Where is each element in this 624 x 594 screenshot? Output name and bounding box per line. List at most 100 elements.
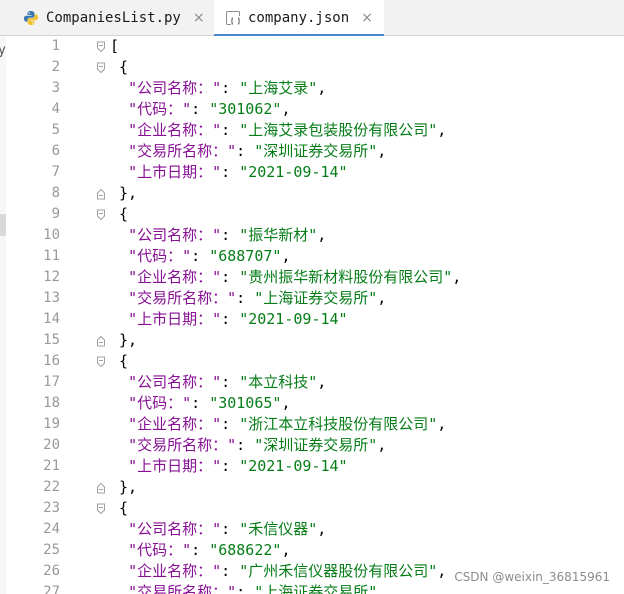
code-text: }, [110, 183, 137, 204]
code-line[interactable]: 10 "公司名称：": "振华新材", [6, 225, 624, 246]
fold-open-icon[interactable] [94, 207, 108, 223]
code-line[interactable]: 25 "代码：": "688622", [6, 540, 624, 561]
code-text: }, [110, 477, 137, 498]
code-line[interactable]: 11 "代码：": "688707", [6, 246, 624, 267]
json-punctuation [110, 100, 128, 118]
code-line[interactable]: 24 "公司名称：": "禾信仪器", [6, 519, 624, 540]
fold-open-icon[interactable] [94, 354, 108, 370]
code-text: "交易所名称：": "上海证券交易所", [110, 288, 386, 309]
editor-tab-bar: CompaniesList.py × company.json × [0, 0, 624, 37]
json-punctuation [110, 436, 128, 454]
json-punctuation [110, 415, 128, 433]
close-icon[interactable]: × [193, 10, 205, 26]
json-punctuation: , [281, 541, 291, 559]
json-punctuation: { [110, 499, 129, 517]
line-number: 11 [43, 248, 60, 264]
code-line[interactable]: 21 "上市日期：": "2021-09-14" [6, 456, 624, 477]
fold-close-icon[interactable] [94, 186, 108, 202]
json-key: "企业名称：" [128, 562, 222, 580]
tab-companieslist-py[interactable]: CompaniesList.py × [12, 0, 212, 36]
json-key: "公司名称：" [128, 226, 222, 244]
code-editor[interactable]: 1[2 {3 "公司名称：": "上海艾录", 4 "代码：": "301062"… [6, 36, 624, 594]
json-punctuation: : [236, 289, 255, 307]
json-punctuation: : [221, 226, 240, 244]
line-number: 24 [43, 521, 60, 537]
panel-text-fragment: y [0, 43, 6, 58]
close-icon[interactable]: × [361, 10, 373, 26]
code-line[interactable]: 16 { [6, 351, 624, 372]
code-text: "交易所名称：": "深圳证券交易所", [110, 141, 386, 162]
json-punctuation [110, 289, 128, 307]
code-text: "上市日期：": "2021-09-14" [110, 309, 348, 330]
code-line[interactable]: 18 "代码：": "301065", [6, 393, 624, 414]
line-number: 16 [43, 353, 60, 369]
code-text: "交易所名称：": "上海证券交易所", [110, 582, 386, 594]
json-punctuation: , [281, 247, 291, 265]
code-line[interactable]: 12 "企业名称：": "贵州振华新材料股份有限公司", [6, 267, 624, 288]
code-line[interactable]: 6 "交易所名称：": "深圳证券交易所", [6, 141, 624, 162]
line-number: 22 [43, 479, 60, 495]
code-line[interactable]: 13 "交易所名称：": "上海证券交易所", [6, 288, 624, 309]
json-punctuation: : [221, 163, 240, 181]
json-string: "深圳证券交易所" [254, 436, 378, 454]
line-number: 6 [51, 143, 60, 159]
json-punctuation [110, 79, 128, 97]
json-punctuation [110, 163, 128, 181]
code-line[interactable]: 17 "公司名称：": "本立科技", [6, 372, 624, 393]
code-line[interactable]: 1[ [6, 36, 624, 57]
tab-company-json[interactable]: company.json × [214, 0, 384, 37]
line-number: 2 [51, 59, 60, 75]
json-punctuation: , [452, 268, 462, 286]
json-punctuation [110, 457, 128, 475]
code-line[interactable]: 20 "交易所名称：": "深圳证券交易所", [6, 435, 624, 456]
json-key: "企业名称：" [128, 268, 222, 286]
code-line[interactable]: 14 "上市日期：": "2021-09-14" [6, 309, 624, 330]
json-punctuation [110, 268, 128, 286]
line-number: 7 [51, 164, 60, 180]
json-string: "688707" [209, 247, 282, 265]
fold-open-icon[interactable] [94, 39, 108, 55]
json-string: "广州禾信仪器股份有限公司" [239, 562, 438, 580]
code-text: "上市日期：": "2021-09-14" [110, 456, 348, 477]
code-line[interactable]: 19 "企业名称：": "浙江本立科技股份有限公司", [6, 414, 624, 435]
line-number: 13 [43, 290, 60, 306]
code-line[interactable]: 8 }, [6, 183, 624, 204]
json-punctuation: , [377, 583, 387, 594]
fold-open-icon[interactable] [94, 501, 108, 517]
code-line[interactable]: 23 { [6, 498, 624, 519]
json-punctuation: { [110, 205, 129, 223]
code-line[interactable]: 4 "代码：": "301062", [6, 99, 624, 120]
json-punctuation: , [281, 100, 291, 118]
code-line[interactable]: 2 { [6, 57, 624, 78]
code-text: { [110, 351, 128, 372]
json-punctuation: : [221, 457, 240, 475]
json-punctuation: { [110, 58, 129, 76]
code-text: "代码：": "301065", [110, 393, 290, 414]
code-line[interactable]: 15 }, [6, 330, 624, 351]
fold-close-icon[interactable] [94, 333, 108, 349]
json-string: "2021-09-14" [239, 310, 348, 328]
code-line[interactable]: 22 }, [6, 477, 624, 498]
code-text: "代码：": "688707", [110, 246, 290, 267]
json-file-icon [224, 9, 242, 27]
fold-close-icon[interactable] [94, 480, 108, 496]
json-string: "振华新材" [239, 226, 318, 244]
code-line[interactable]: 5 "企业名称：": "上海艾录包装股份有限公司", [6, 120, 624, 141]
line-number: 21 [43, 458, 60, 474]
json-key: "公司名称：" [128, 373, 222, 391]
code-text: { [110, 498, 128, 519]
fold-open-icon[interactable] [94, 60, 108, 76]
code-text: "企业名称：": "浙江本立科技股份有限公司", [110, 414, 446, 435]
code-line[interactable]: 7 "上市日期：": "2021-09-14" [6, 162, 624, 183]
code-line[interactable]: 3 "公司名称：": "上海艾录", [6, 78, 624, 99]
json-punctuation: , [281, 394, 291, 412]
json-punctuation: }, [110, 331, 138, 349]
code-line[interactable]: 9 { [6, 204, 624, 225]
json-punctuation: : [221, 121, 240, 139]
json-string: "2021-09-14" [239, 163, 348, 181]
line-number: 27 [43, 584, 60, 594]
json-punctuation [110, 373, 128, 391]
code-text: "上市日期：": "2021-09-14" [110, 162, 348, 183]
json-punctuation: : [236, 583, 255, 594]
json-key: "代码：" [128, 541, 192, 559]
